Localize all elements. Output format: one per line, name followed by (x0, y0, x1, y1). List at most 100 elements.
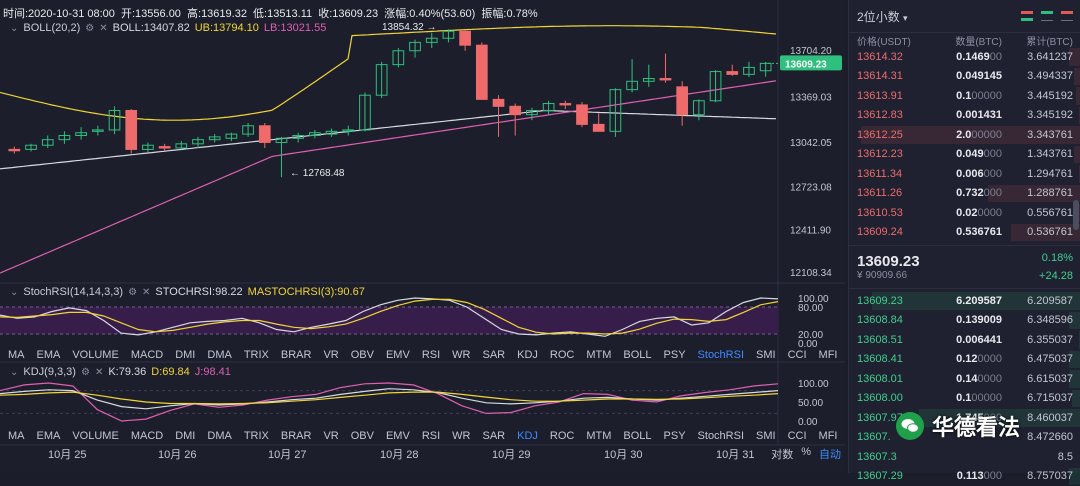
ask-row[interactable]: 13612.830.0014313.345192 (849, 106, 1080, 126)
close-value: 13609.23 (332, 8, 378, 20)
indicator-tab-wr[interactable]: WR (452, 349, 470, 361)
indicator-tab-kdj[interactable]: KDJ (517, 349, 538, 361)
indicator-tab-stochrsi[interactable]: StochRSI (698, 349, 744, 361)
collapse-chevron-icon[interactable]: ⌄ (10, 367, 18, 378)
indicator-tab-rsi[interactable]: RSI (422, 349, 440, 361)
close-icon[interactable]: ✕ (95, 367, 103, 378)
auto-scale-toggle[interactable]: 自动 (819, 446, 841, 462)
ask-row[interactable]: 13611.260.7320001.288761 (849, 184, 1080, 204)
indicator-tab-sar[interactable]: SAR (482, 349, 505, 361)
indicator-tab-boll[interactable]: BOLL (623, 349, 651, 361)
indicator-tab-brar[interactable]: BRAR (281, 349, 312, 361)
indicator-tab-volume[interactable]: VOLUME (72, 430, 118, 442)
bid-row[interactable]: 13608.410.1200006.475037 (849, 350, 1080, 370)
ask-row[interactable]: 13614.320.1469003.641237 (849, 47, 1080, 67)
indicator-tab-boll[interactable]: BOLL (623, 430, 651, 442)
order-cumulative: 3.343761 (1002, 129, 1073, 141)
collapse-chevron-icon[interactable]: ⌄ (10, 23, 18, 34)
settings-gear-icon[interactable]: ⚙ (128, 287, 137, 298)
indicator-tab-dmi[interactable]: DMI (175, 430, 195, 442)
indicator-tab-obv[interactable]: OBV (351, 430, 374, 442)
bid-row[interactable]: 13607.38.5 (849, 447, 1080, 467)
indicator-tab-smi[interactable]: SMI (756, 430, 776, 442)
ask-row[interactable]: 13614.310.0491453.494337 (849, 67, 1080, 87)
indicator-tab-dmi[interactable]: DMI (175, 349, 195, 361)
bids-only-layout-icon[interactable] (1041, 11, 1053, 21)
bid-row[interactable]: 13609.236.2095876.209587 (849, 291, 1080, 311)
kline-chart-panel[interactable]: 13704.2013369.0313042.0512723.0812411.90… (0, 0, 845, 473)
indicator-tab-psy[interactable]: PSY (664, 349, 686, 361)
order-price: 13608.41 (857, 353, 932, 365)
ask-row[interactable]: 13609.240.5367610.536761 (849, 223, 1080, 243)
order-quantity: 0.536761 (932, 226, 1002, 238)
indicator-tab-wr[interactable]: WR (452, 430, 470, 442)
indicator-tab-vr[interactable]: VR (323, 430, 338, 442)
collapse-chevron-icon[interactable]: ⌄ (10, 287, 18, 298)
indicator-tab-ma[interactable]: MA (8, 430, 25, 442)
bid-row[interactable]: 13608.840.1390096.348596 (849, 311, 1080, 331)
ask-row[interactable]: 13613.910.1000003.445192 (849, 86, 1080, 106)
change-label: 涨幅: (384, 8, 409, 20)
indicator-tab-mfi[interactable]: MFI (819, 349, 838, 361)
kline-chart-svg[interactable]: 13704.2013369.0313042.0512723.0812411.90… (0, 0, 845, 473)
close-label: 收: (318, 8, 332, 20)
indicator-tab-rsi[interactable]: RSI (422, 430, 440, 442)
order-price: 13610.53 (857, 207, 932, 219)
order-cumulative: 6.348596 (1002, 314, 1073, 326)
indicator-tab-sar[interactable]: SAR (482, 430, 505, 442)
indicator-tab-emv[interactable]: EMV (386, 430, 410, 442)
ask-row[interactable]: 13611.340.0060001.294761 (849, 164, 1080, 184)
indicator-tab-dma[interactable]: DMA (207, 430, 231, 442)
quantity-padding: 0000 (978, 207, 1002, 219)
stochrsi-value: STOCHRSI:98.22 (155, 286, 242, 298)
bid-row[interactable]: 13607.290.1130008.757037 (849, 467, 1080, 486)
quantity-padding: 0000 (978, 353, 1002, 365)
bid-row[interactable]: 13608.510.0064416.355037 (849, 330, 1080, 350)
settings-gear-icon[interactable]: ⚙ (85, 23, 94, 34)
indicator-tab-cci[interactable]: CCI (788, 430, 807, 442)
close-icon[interactable]: ✕ (99, 23, 107, 34)
settings-gear-icon[interactable]: ⚙ (81, 367, 90, 378)
indicator-tab-brar[interactable]: BRAR (281, 430, 312, 442)
indicator-tab-stochrsi[interactable]: StochRSI (698, 430, 744, 442)
ask-row[interactable]: 13612.252.0000003.343761 (849, 125, 1080, 145)
indicator-tab-vr[interactable]: VR (323, 349, 338, 361)
indicator-tab-emv[interactable]: EMV (386, 349, 410, 361)
close-icon[interactable]: ✕ (142, 287, 150, 298)
indicator-tab-roc[interactable]: ROC (550, 349, 574, 361)
indicator-tab-cci[interactable]: CCI (788, 349, 807, 361)
candle-body (593, 124, 604, 131)
indicator-tab-mtm[interactable]: MTM (586, 430, 611, 442)
ask-row[interactable]: 13612.230.0490001.343761 (849, 145, 1080, 165)
log-scale-toggle[interactable]: 对数 (771, 446, 793, 462)
indicator-tab-kdj[interactable]: KDJ (517, 430, 538, 442)
order-quantity: 0.146900 (932, 51, 1002, 63)
bid-row[interactable]: 13608.010.1400006.615037 (849, 369, 1080, 389)
precision-dropdown[interactable]: 2位小数 ▾ (857, 8, 908, 25)
bid-row[interactable]: 13608.000.1000006.715037 (849, 389, 1080, 409)
indicator-tab-mtm[interactable]: MTM (586, 349, 611, 361)
indicator-tab-trix[interactable]: TRIX (244, 349, 269, 361)
date-tick: 10月 28 (380, 446, 419, 462)
indicator-tab-psy[interactable]: PSY (664, 430, 686, 442)
indicator-tab-dma[interactable]: DMA (207, 349, 231, 361)
last-price: 13609.23 (857, 253, 920, 270)
indicator-tab-macd[interactable]: MACD (131, 430, 163, 442)
indicator-tab-mfi[interactable]: MFI (819, 430, 838, 442)
ask-row[interactable]: 13610.530.0200000.556761 (849, 203, 1080, 223)
both-sides-layout-icon[interactable] (1021, 11, 1033, 21)
percent-scale-toggle[interactable]: % (801, 446, 811, 462)
indicator-tab-volume[interactable]: VOLUME (72, 349, 118, 361)
indicator-tab-macd[interactable]: MACD (131, 349, 163, 361)
indicator-tab-ma[interactable]: MA (8, 349, 25, 361)
indicator-tab-roc[interactable]: ROC (550, 430, 574, 442)
indicator-tab-ema[interactable]: EMA (37, 349, 61, 361)
indicator-tab-smi[interactable]: SMI (756, 349, 776, 361)
indicator-tab-ema[interactable]: EMA (37, 430, 61, 442)
kdj-name: KDJ(9,3,3) (23, 366, 76, 378)
scrollbar-thumb[interactable] (1073, 200, 1079, 230)
indicator-tab-obv[interactable]: OBV (351, 349, 374, 361)
indicator-tab-trix[interactable]: TRIX (244, 430, 269, 442)
high-price-marker: 13854.32 → (382, 22, 437, 33)
asks-only-layout-icon[interactable] (1061, 11, 1073, 21)
